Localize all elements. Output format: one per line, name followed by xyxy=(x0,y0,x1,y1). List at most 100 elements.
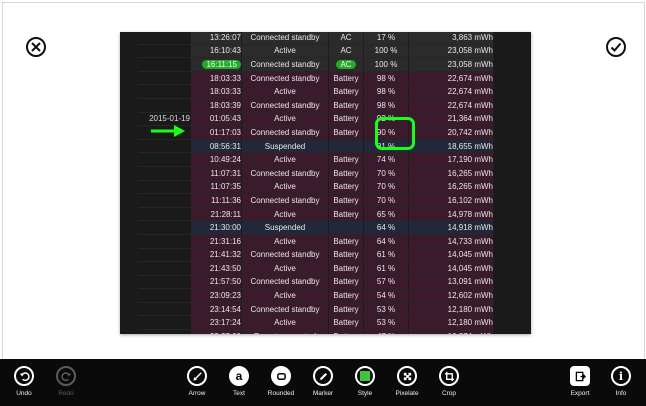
row-percent: 70 % xyxy=(363,166,409,181)
done-button[interactable] xyxy=(606,37,626,57)
row-capacity: 16,102 mWh xyxy=(408,193,494,208)
style-swatch-icon xyxy=(355,366,375,386)
row-time: 21:30:00 xyxy=(190,220,242,235)
table-row: 23:14:54 Connected standby Battery 53 % 12,1… xyxy=(138,302,494,317)
table-row: 2015-01-19 01:05:43 Active Battery 92 % 21,36… xyxy=(138,112,494,127)
row-date xyxy=(138,98,191,113)
row-time: 08:56:31 xyxy=(190,139,242,154)
row-time: 23:17:24 xyxy=(190,315,242,331)
row-time: 13:26:07 xyxy=(190,32,242,45)
marker-tool-button[interactable]: Marker xyxy=(301,366,345,397)
row-source: Battery xyxy=(328,275,364,290)
row-date xyxy=(138,139,191,154)
row-date xyxy=(138,315,191,331)
row-percent: 98 % xyxy=(363,84,409,99)
pixelate-label: Pixelate xyxy=(395,390,419,397)
style-tool-button[interactable]: Style xyxy=(343,366,387,397)
text-label: Text xyxy=(233,390,245,397)
table-row: 08:56:31 Suspended 81 % 18,655 mWh xyxy=(138,139,494,154)
row-percent: 17 % xyxy=(363,32,409,45)
table-row: 23:17:24 Active Battery 53 % 12,180 mWh xyxy=(138,315,494,331)
row-percent: 70 % xyxy=(363,180,409,195)
row-time: 21:57:50 xyxy=(190,275,242,290)
undo-label: Undo xyxy=(16,390,32,397)
row-state: Active xyxy=(241,315,329,331)
row-date xyxy=(138,44,191,59)
row-state: Suspended xyxy=(241,220,329,235)
export-label: Export xyxy=(570,390,590,397)
row-time: 23:14:54 xyxy=(190,302,242,317)
row-source: Battery xyxy=(328,125,364,140)
export-button[interactable]: Export xyxy=(558,366,602,397)
arrow-annotation[interactable] xyxy=(150,124,186,138)
undo-button[interactable]: Undo xyxy=(2,366,46,397)
row-state: Connected standby xyxy=(241,302,329,317)
row-source: Battery xyxy=(328,166,364,181)
row-time: 11:11:36 xyxy=(190,193,242,208)
row-date xyxy=(138,261,191,276)
row-capacity: 16,265 mWh xyxy=(408,166,494,181)
row-percent: 57 % xyxy=(363,275,409,290)
row-capacity: 12,602 mWh xyxy=(408,288,494,303)
table-row: 10:49:24 Active Battery 74 % 17,190 mWh xyxy=(138,152,494,167)
row-time: 18:03:39 xyxy=(190,98,242,113)
checkmark-icon xyxy=(610,42,622,52)
redo-button[interactable]: Redo xyxy=(44,366,88,397)
table-row: 16:11:15 Connected standby AC 100 % 23,058 m… xyxy=(138,57,494,72)
row-state: Active xyxy=(241,112,329,127)
row-capacity: 17,190 mWh xyxy=(408,152,494,167)
row-state: Active xyxy=(241,234,329,249)
row-time: 21:28:11 xyxy=(190,207,242,222)
redo-label: Redo xyxy=(58,390,74,397)
close-button[interactable] xyxy=(26,37,46,57)
text-tool-button[interactable]: a Text xyxy=(217,366,261,397)
row-state: Active xyxy=(241,180,329,195)
info-button[interactable]: i Info xyxy=(599,366,643,397)
info-label: Info xyxy=(615,390,627,397)
row-date xyxy=(138,57,191,72)
row-capacity: 23,058 mWh xyxy=(408,57,494,72)
text-icon: a xyxy=(229,366,249,386)
row-time: 16:10:43 xyxy=(190,44,242,59)
row-state: Report generated xyxy=(241,329,329,334)
row-time: 16:11:15 xyxy=(190,57,242,72)
row-date xyxy=(138,180,191,195)
pixelate-tool-button[interactable]: Pixelate xyxy=(385,366,429,397)
row-capacity: 22,674 mWh xyxy=(408,84,494,99)
row-state: Active xyxy=(241,261,329,276)
arrow-tool-button[interactable]: Arrow xyxy=(175,366,219,397)
row-source: AC xyxy=(328,32,364,45)
undo-icon xyxy=(14,366,34,386)
pixelate-icon xyxy=(397,366,417,386)
row-state: Active xyxy=(241,84,329,99)
row-capacity: 20,742 mWh xyxy=(408,125,494,140)
row-state: Connected standby xyxy=(241,275,329,290)
row-time: 11:07:31 xyxy=(190,166,242,181)
row-percent: 100 % xyxy=(363,44,409,59)
row-capacity: 3,863 mWh xyxy=(408,32,494,45)
rounded-rectangle-annotation[interactable] xyxy=(375,117,415,150)
row-state: Connected standby xyxy=(241,125,329,140)
row-capacity: 14,978 mWh xyxy=(408,207,494,222)
row-capacity: 12,180 mWh xyxy=(408,302,494,317)
row-date xyxy=(138,71,191,86)
style-color-swatch xyxy=(360,371,370,381)
row-time: 21:41:32 xyxy=(190,248,242,263)
row-date xyxy=(138,248,191,263)
row-percent: 61 % xyxy=(363,248,409,263)
row-capacity: 12,180 mWh xyxy=(408,315,494,331)
row-source: Battery xyxy=(328,193,364,208)
arrow-label: Arrow xyxy=(188,390,206,397)
crop-tool-button[interactable]: Crop xyxy=(427,366,471,397)
table-row: 01:17:03 Connected standby Battery 90 % 20,7… xyxy=(138,125,494,140)
row-capacity: 22,674 mWh xyxy=(408,98,494,113)
table-row: 21:43:50 Active Battery 61 % 14,045 mWh xyxy=(138,261,494,276)
row-source: Battery xyxy=(328,112,364,127)
row-source: Battery xyxy=(328,152,364,167)
table-row: 21:31:16 Active Battery 64 % 14,733 mWh xyxy=(138,234,494,249)
row-capacity: 10,974 mWh xyxy=(408,329,494,334)
rounded-tool-button[interactable]: Rounded xyxy=(259,366,303,397)
row-state: Connected standby xyxy=(241,71,329,86)
row-source: Battery xyxy=(328,288,364,303)
row-source: Battery xyxy=(328,180,364,195)
